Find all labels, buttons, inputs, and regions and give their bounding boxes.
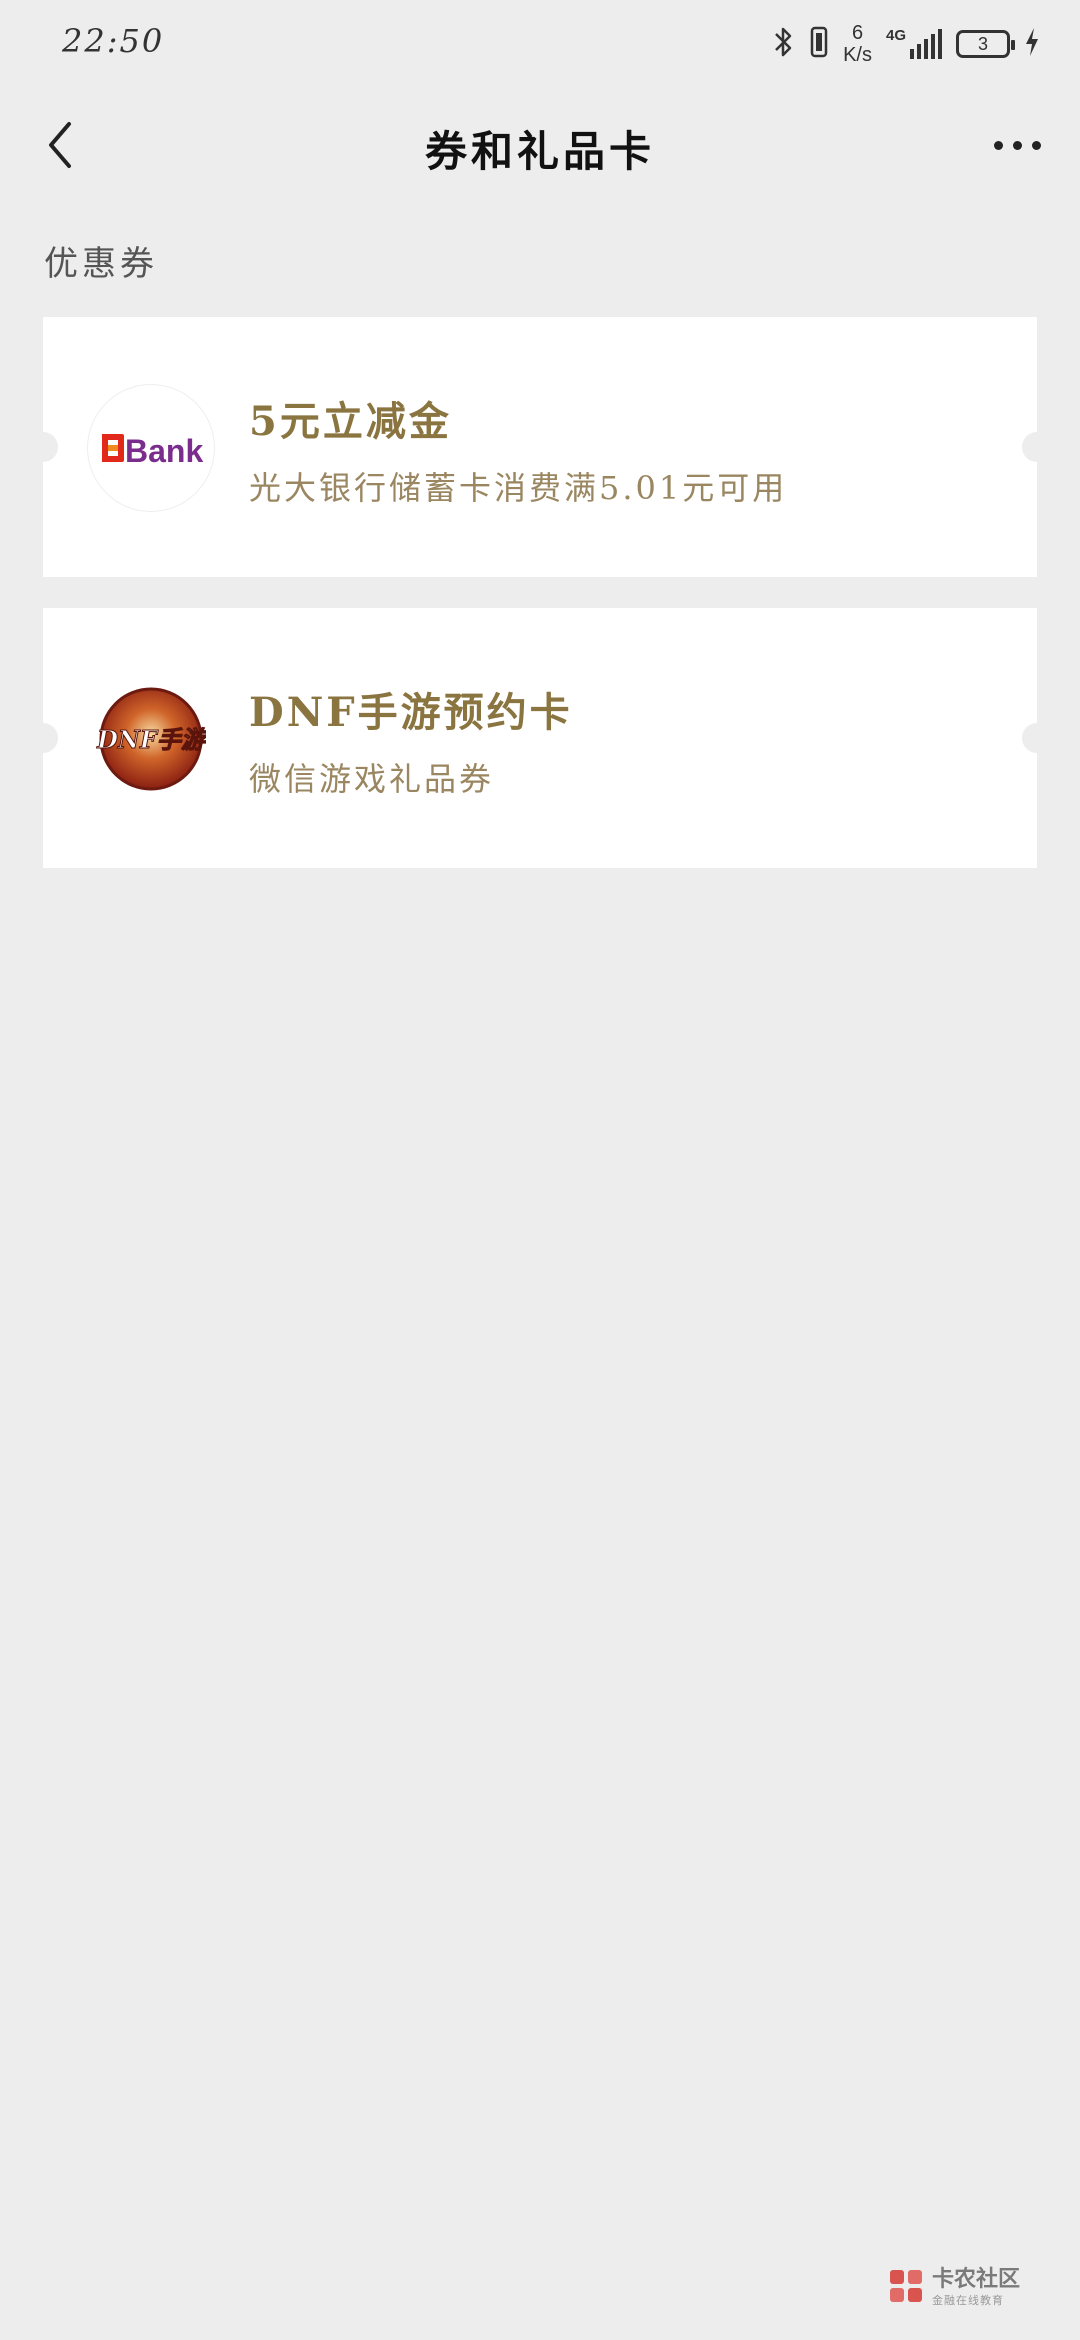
coupon-subtitle: 微信游戏礼品券	[249, 760, 495, 798]
coupon-title: DNF手游预约卡	[249, 689, 573, 736]
network-speed-unit: K/s	[843, 44, 872, 66]
more-dots-icon	[1031, 140, 1041, 150]
section-label-coupons: 优惠券	[44, 244, 158, 284]
page-title: 券和礼品卡	[424, 127, 655, 176]
coupon-subtitle: 光大银行储蓄卡消费满5.01元可用	[249, 469, 788, 507]
bank-logo-icon: Bank	[88, 385, 214, 511]
bluetooth-icon	[773, 25, 795, 63]
dnf-logo-text: DNF手游	[96, 725, 206, 754]
watermark-title: 卡农社区	[931, 2267, 1020, 2292]
card-notch-left	[28, 432, 58, 462]
network-speed: 6 K/s	[843, 22, 872, 66]
network-type: 4G	[885, 27, 906, 44]
more-dots-icon	[993, 140, 1003, 150]
header: 券和礼品卡	[0, 100, 1080, 190]
watermark-subtitle: 金融在线教育	[931, 2294, 1004, 2307]
coupon-title: 5元立减金	[249, 398, 452, 445]
card-notch-left	[28, 723, 58, 753]
status-bar: 22:50 6 K/s 4G 3	[0, 0, 1080, 90]
watermark-logo-icon	[888, 2268, 924, 2308]
battery-level: 3	[977, 33, 988, 54]
status-time: 22:50	[62, 22, 165, 60]
watermark: 卡农社区 金融在线教育	[888, 2268, 1020, 2308]
status-icons: 6 K/s 4G 3	[773, 18, 1040, 70]
dnf-game-logo-icon: DNF手游	[88, 676, 214, 802]
battery-icon: 3	[956, 30, 1015, 58]
bank-logo-text: Bank	[125, 433, 203, 469]
vibrate-icon	[809, 25, 829, 63]
coupon-card-dnf[interactable]: DNF手游 DNF手游预约卡 微信游戏礼品券	[28, 608, 1052, 868]
more-button[interactable]	[982, 115, 1052, 175]
network-speed-value: 6	[851, 22, 864, 44]
signal-icon: 4G	[886, 27, 942, 61]
card-notch-right	[1022, 723, 1052, 753]
card-notch-right	[1022, 432, 1052, 462]
coupon-card-bank[interactable]: Bank 5元立减金 光大银行储蓄卡消费满5.01元可用	[28, 317, 1052, 577]
more-dots-icon	[1012, 140, 1022, 150]
charging-icon	[1024, 26, 1040, 62]
